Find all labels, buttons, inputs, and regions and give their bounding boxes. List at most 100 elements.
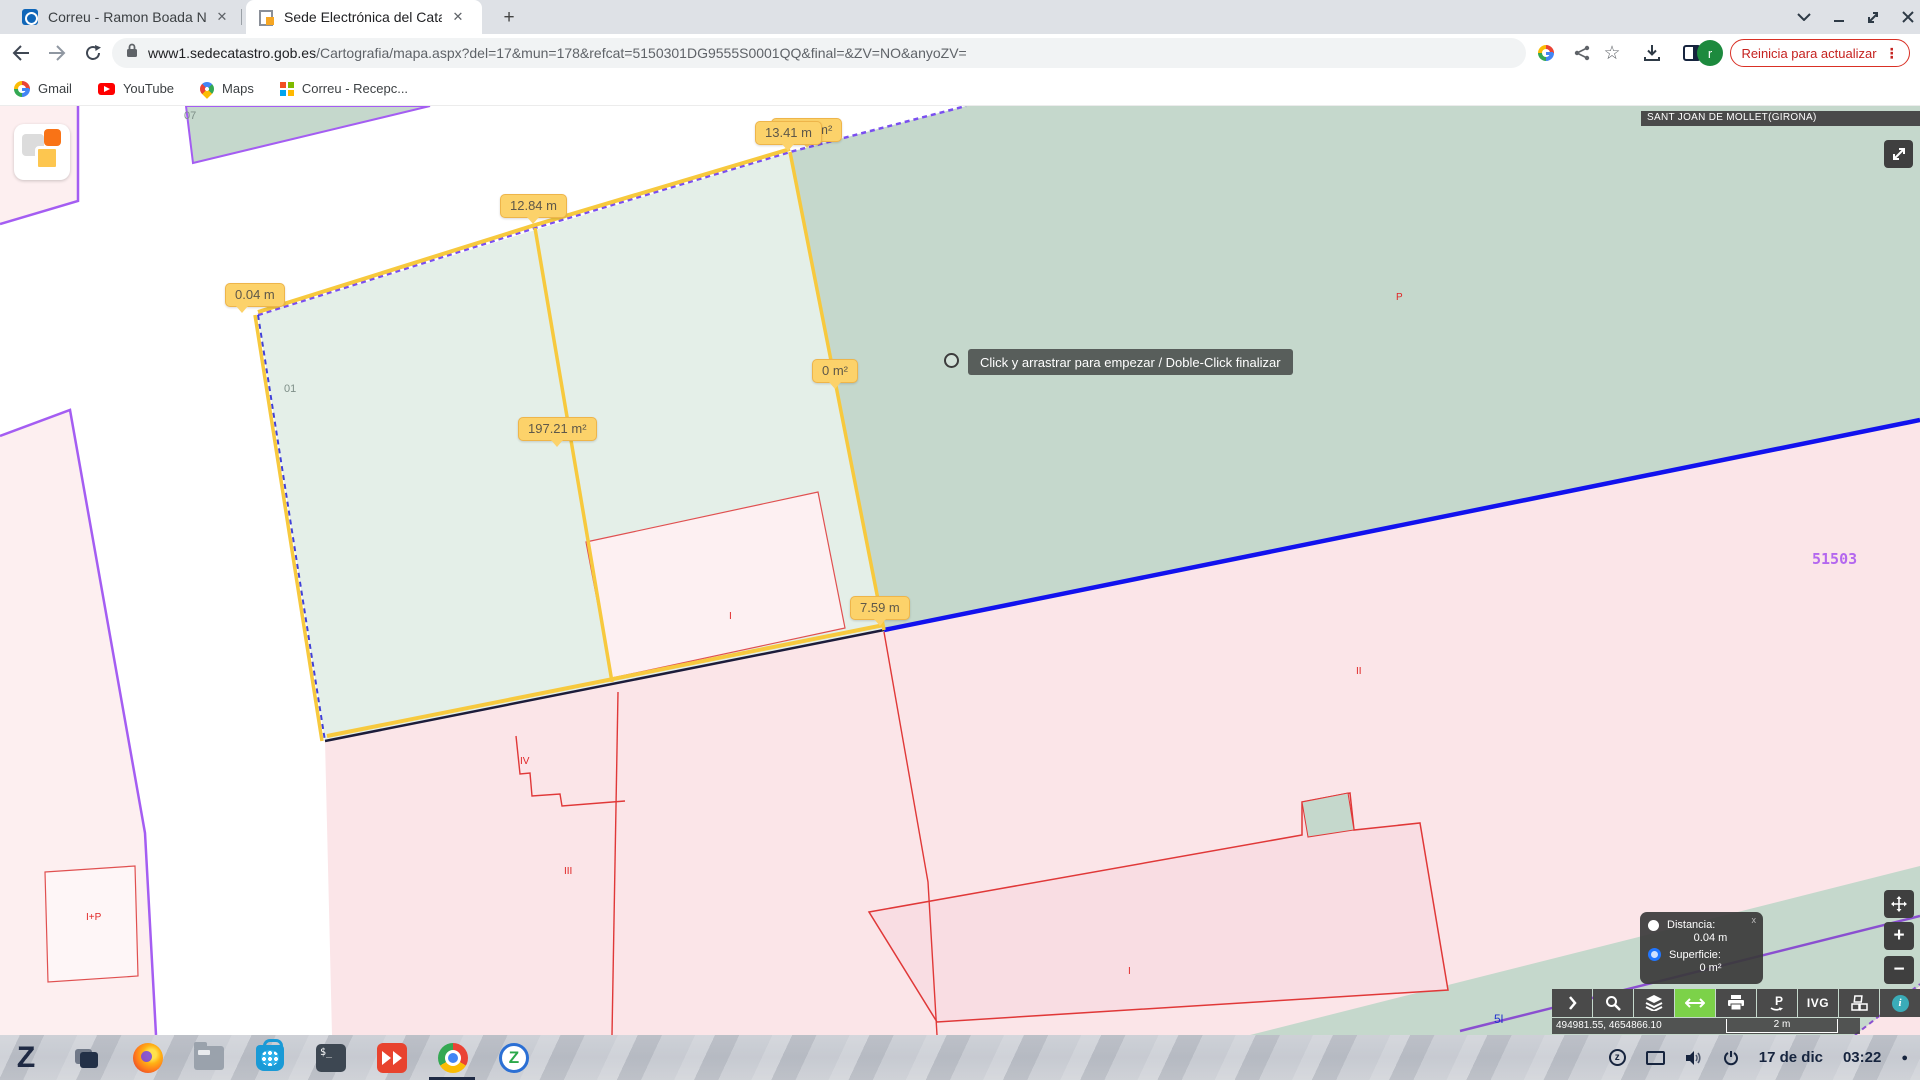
tab-close-icon[interactable]: ✕ <box>214 9 230 25</box>
parcel-label-01: 01 <box>284 383 296 395</box>
distance-radio[interactable] <box>1648 920 1659 931</box>
cadastre-map[interactable]: 07 01 51503 I+P III IV II I I P 5l 13.41… <box>0 106 1920 1035</box>
lock-icon[interactable] <box>126 43 138 63</box>
terminal-icon[interactable]: $_ <box>315 1042 347 1074</box>
display-icon[interactable] <box>1646 1051 1665 1065</box>
bookmark-youtube[interactable]: YouTube <box>98 81 174 96</box>
back-icon[interactable] <box>6 38 36 68</box>
volume-icon[interactable] <box>1685 1050 1703 1066</box>
tab-strip: Correu - Ramon Boada Nico ✕ Sede Electró… <box>0 0 1920 34</box>
outlook-icon <box>22 9 38 25</box>
share-icon[interactable] <box>1570 41 1594 65</box>
translate-icon[interactable] <box>1534 41 1558 65</box>
municipality-bar: SANT JOAN DE MOLLET(GIRONA) <box>1641 111 1920 126</box>
bookmark-maps[interactable]: Maps <box>200 81 254 96</box>
ivg-label: IVG <box>1807 996 1829 1010</box>
omnibox[interactable]: www1.sedecatastro.gob.es/Cartografia/map… <box>112 38 1526 68</box>
reload-icon[interactable] <box>78 38 108 68</box>
area-value: 0 m² <box>1666 962 1755 974</box>
panel-close-icon[interactable]: x <box>1752 915 1757 925</box>
zorin-connect-icon[interactable]: Z <box>498 1042 530 1074</box>
zorin-connect-tray-icon[interactable]: z <box>1609 1049 1626 1066</box>
tab-title: Sede Electrónica del Catas <box>284 9 442 25</box>
date[interactable]: 17 de dic <box>1759 1049 1823 1066</box>
print-button[interactable] <box>1716 989 1756 1017</box>
bookmark-gmail[interactable]: Gmail <box>14 81 72 97</box>
building-label-iii: III <box>564 866 572 877</box>
menu-dots-icon[interactable]: ⋮ <box>1885 45 1899 62</box>
restore-icon[interactable] <box>1867 11 1880 24</box>
collapse-toolbar-button[interactable] <box>1552 989 1592 1017</box>
url-bar: www1.sedecatastro.gob.es/Cartografia/map… <box>0 34 1920 72</box>
tab-separator <box>241 9 242 25</box>
files-icon[interactable] <box>193 1042 225 1074</box>
measure-tool-button[interactable] <box>1675 989 1715 1017</box>
power-icon[interactable] <box>1723 1050 1739 1066</box>
bookmark-star-icon[interactable]: ☆ <box>1600 41 1624 65</box>
avatar[interactable]: r <box>1697 40 1723 66</box>
active-app-indicator <box>429 1077 475 1080</box>
info-button[interactable]: i <box>1880 989 1920 1017</box>
pan-button[interactable] <box>1884 890 1914 918</box>
tab-catastro[interactable]: Sede Electrónica del Catas ✕ <box>246 0 482 34</box>
ivg-button[interactable]: IVG <box>1798 989 1838 1017</box>
close-window-icon[interactable] <box>1902 11 1914 23</box>
measure-tooltip: Click y arrastrar para empezar / Doble-C… <box>968 349 1293 375</box>
catastro-icon <box>258 9 274 25</box>
zorin-menu-icon[interactable]: Z <box>10 1042 42 1074</box>
area-radio[interactable] <box>1648 948 1661 961</box>
chrome-icon[interactable] <box>437 1042 469 1074</box>
layer-square-icon <box>35 146 59 170</box>
measure-arrow-icon <box>1685 998 1705 1008</box>
layers-button[interactable] <box>1634 989 1674 1017</box>
minimize-icon[interactable] <box>1833 11 1845 23</box>
workspace-switcher-icon[interactable] <box>71 1042 103 1074</box>
measure-cursor-icon <box>944 353 959 368</box>
tab-correu[interactable]: Correu - Ramon Boada Nico ✕ <box>10 0 242 34</box>
zoom-in-button[interactable]: + <box>1884 922 1914 950</box>
building-label-i-small: I <box>729 611 732 622</box>
screen: Correu - Ramon Boada Nico ✕ Sede Electró… <box>0 0 1920 1080</box>
fullscreen-icon <box>1891 146 1907 162</box>
reinicia-label: Reinicia para actualizar <box>1741 46 1876 61</box>
search-button[interactable] <box>1593 989 1633 1017</box>
measure-label-0m2: 0 m² <box>812 359 858 383</box>
maps-icon <box>197 79 217 99</box>
search-icon <box>1605 995 1621 1011</box>
layers-icon <box>1645 995 1663 1011</box>
distance-value: 0.04 m <box>1666 932 1755 944</box>
distance-label: Distancia: <box>1667 919 1715 931</box>
tab-title: Correu - Ramon Boada Nico <box>48 9 206 25</box>
3d-cubes-button[interactable] <box>1839 989 1879 1017</box>
area-label: Superficie: <box>1669 949 1721 961</box>
forward-icon[interactable] <box>42 38 72 68</box>
building-label-iv: IV <box>520 756 529 767</box>
fullscreen-button[interactable] <box>1884 140 1913 168</box>
bookmarks-bar: Gmail YouTube Maps Correu - Recepc... <box>0 72 1920 106</box>
bookmark-correu[interactable]: Correu - Recepc... <box>280 81 408 96</box>
cubes-icon <box>1849 995 1869 1012</box>
anydesk-icon[interactable] <box>376 1042 408 1074</box>
layer-square-icon <box>44 129 61 146</box>
new-tab-button[interactable]: + <box>497 6 521 30</box>
printer-icon <box>1727 995 1745 1011</box>
svg-text:P: P <box>1775 994 1783 1008</box>
pdf-parcel-button[interactable]: P <box>1757 989 1797 1017</box>
reinicia-button[interactable]: Reinicia para actualizar ⋮ <box>1730 39 1910 67</box>
tab-close-icon[interactable]: ✕ <box>450 9 466 25</box>
download-icon[interactable] <box>1640 41 1664 65</box>
zoom-out-button[interactable]: − <box>1884 956 1914 984</box>
basemap-widget[interactable] <box>14 124 70 180</box>
tab-search-chevron-icon[interactable] <box>1797 13 1811 21</box>
notification-dot-icon[interactable]: ● <box>1901 1052 1908 1064</box>
software-store-icon[interactable] <box>254 1042 286 1074</box>
measure-panel: x Distancia: 0.04 m Superficie: 0 m² <box>1640 912 1763 984</box>
info-icon: i <box>1892 995 1909 1012</box>
clock[interactable]: 03:22 <box>1843 1049 1881 1066</box>
url-text: www1.sedecatastro.gob.es/Cartografia/map… <box>148 45 967 61</box>
measure-label-0-04: 0.04 m <box>225 283 285 307</box>
parcel-label-07: 07 <box>184 110 196 122</box>
building-label-ii: II <box>1356 666 1362 677</box>
map-toolbar: P IVG i <box>1552 989 1920 1017</box>
firefox-icon[interactable] <box>132 1042 164 1074</box>
